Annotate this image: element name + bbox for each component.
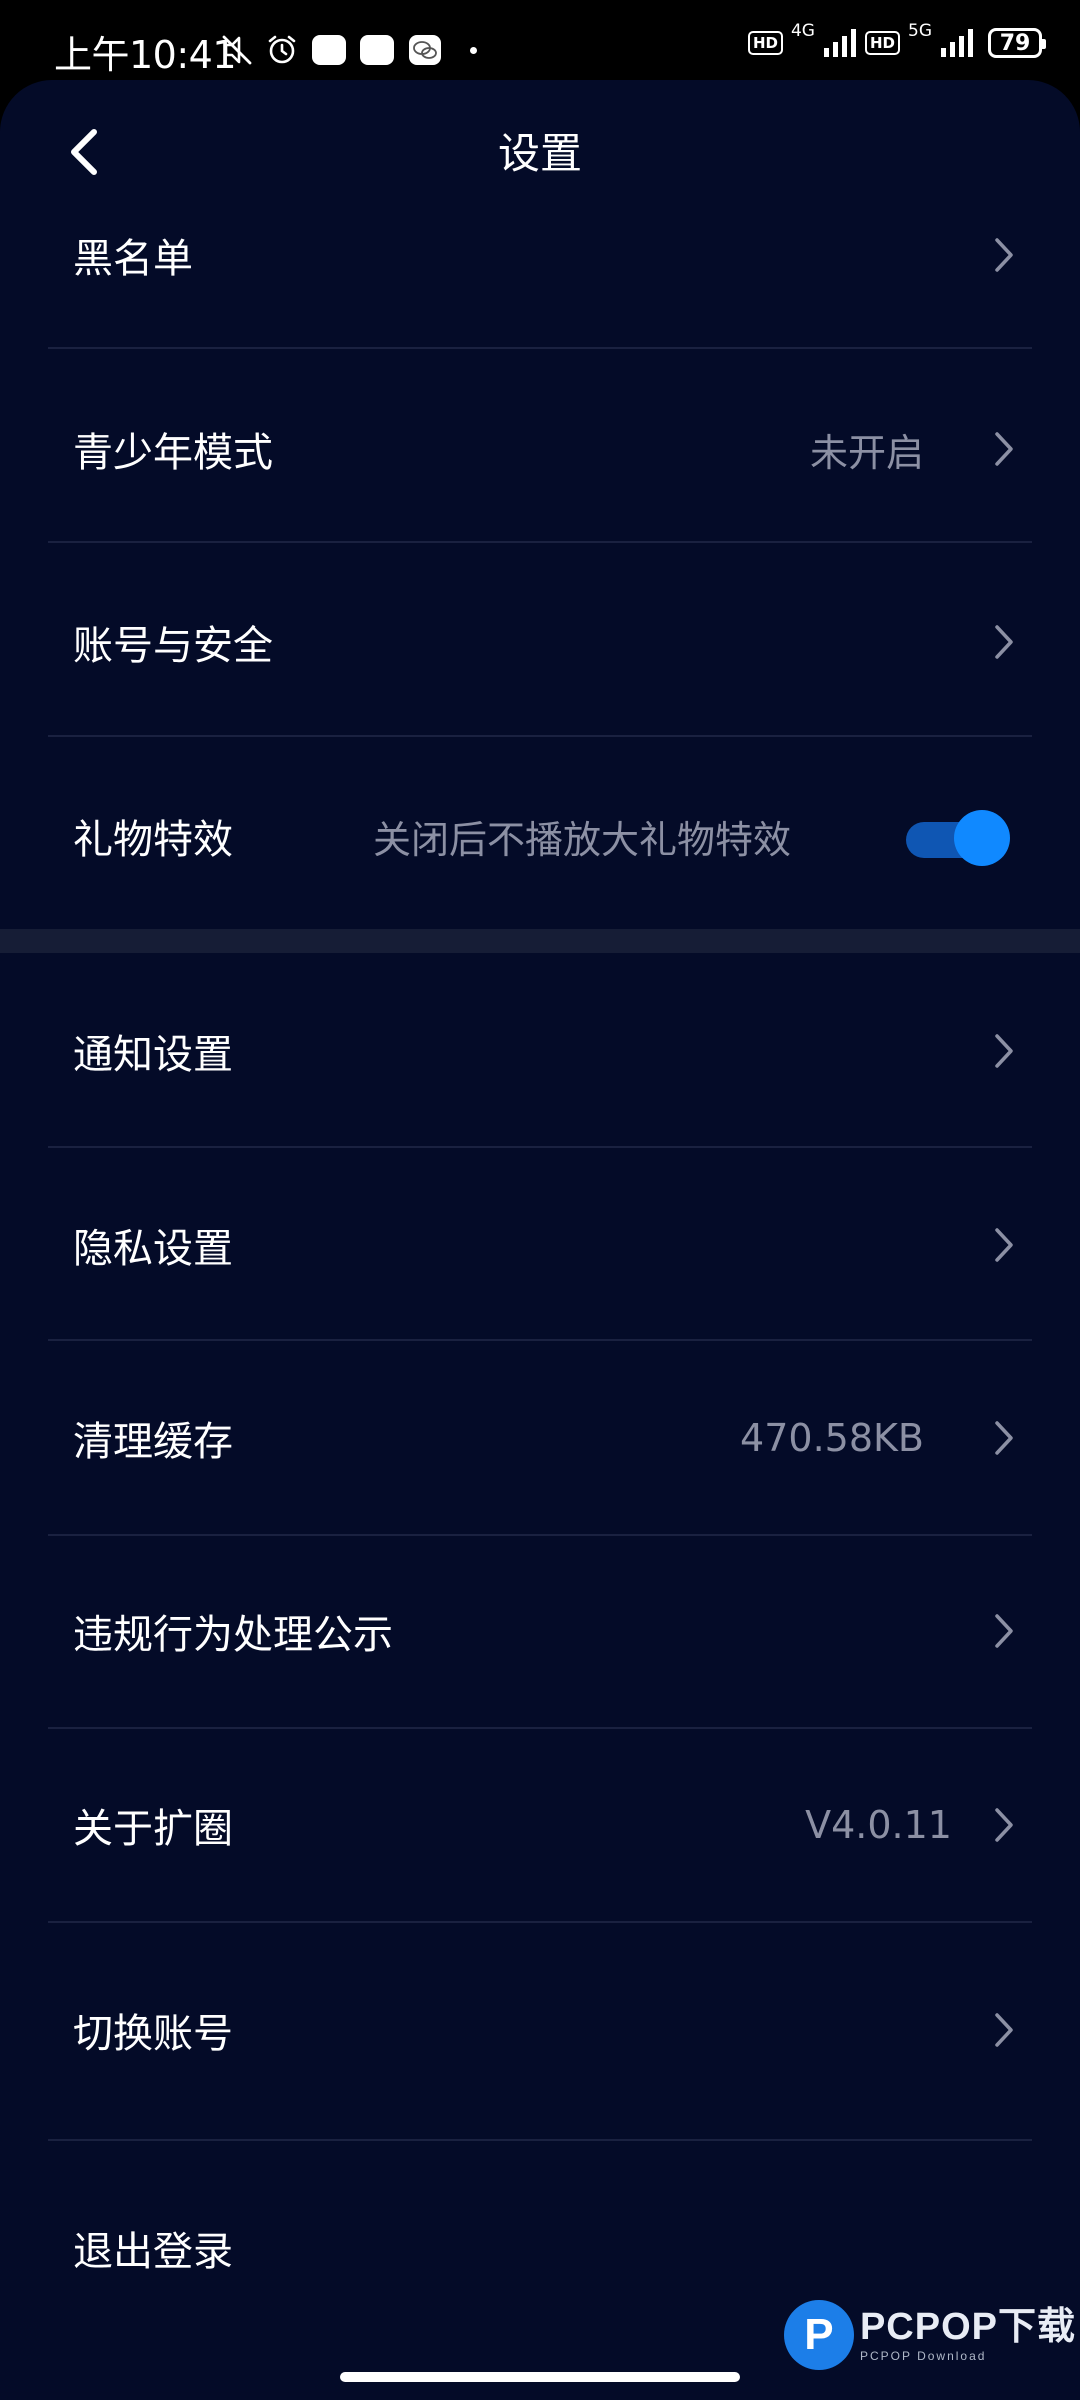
battery-icon: 79 [988,28,1046,58]
chevron-right-icon [992,235,1016,275]
chevron-right-icon [992,1418,1016,1458]
chevron-right-icon [992,1031,1016,1071]
watermark: P PCPOP下载 PCPOP Download [783,2300,1076,2370]
status-icons-left [222,30,477,70]
row-label: 黑名单 [73,236,193,282]
settings-sheet: 设置 黑名单 青少年模式 未开启 账号与安全 礼物特效 关闭后不播放大礼物特效 … [0,80,1080,2400]
screen: 上午10:41 HD 4G HD 5G 79 设置 黑名单 青少年模式 未开启 … [0,0,1080,2400]
status-time: 上午10:41 [54,33,237,77]
settings-row-clear-cache[interactable]: 清理缓存 470.58KB [48,1403,1032,1473]
settings-row-gift-effects: 礼物特效 关闭后不播放大礼物特效 [48,801,1032,871]
settings-row-switch-account[interactable]: 切换账号 [48,1995,1032,2065]
cache-size-value: 470.58KB [740,1416,924,1460]
wechat-icon [408,34,442,66]
signal-icon [940,28,974,58]
hd-badge: HD [747,31,783,55]
chevron-right-icon [992,429,1016,469]
hd-badge: HD [864,31,900,55]
row-label: 清理缓存 [73,1419,233,1465]
status-bar: 上午10:41 HD 4G HD 5G 79 [0,0,1080,80]
row-label: 关于扩圈 [73,1806,233,1852]
settings-row-blacklist[interactable]: 黑名单 [48,220,1032,290]
gift-effects-description: 关闭后不播放大礼物特效 [373,817,792,862]
gift-effects-toggle[interactable] [906,808,1010,866]
chevron-right-icon [992,622,1016,662]
toggle-thumb [954,810,1010,866]
logout-button[interactable]: 退出登录 [48,2213,1032,2283]
settings-row-youth-mode[interactable]: 青少年模式 未开启 [48,414,1032,484]
row-label: 切换账号 [73,2011,233,2057]
divider [48,1339,1032,1341]
home-indicator[interactable] [340,2372,740,2382]
chevron-right-icon [992,2010,1016,2050]
watermark-sub: PCPOP Download [859,2349,987,2363]
row-label: 礼物特效 [73,817,233,863]
status-icons-right: HD 4G HD 5G 79 [747,21,1046,58]
divider [48,1146,1032,1148]
app-notification-icon [312,35,346,65]
alarm-icon [266,34,298,66]
divider [48,1921,1032,1923]
network-type-label: 5G [908,21,932,41]
row-label: 违规行为处理公示 [73,1612,393,1658]
page-title: 设置 [497,129,582,178]
mute-icon [222,33,252,67]
chevron-right-icon [992,1225,1016,1265]
signal-icon [823,28,857,58]
row-label: 青少年模式 [73,430,273,476]
divider [48,2139,1032,2141]
watermark-main: PCPOP下载 [859,2306,1076,2348]
divider [48,541,1032,543]
header: 设置 [0,80,1080,210]
settings-row-account-security[interactable]: 账号与安全 [48,607,1032,677]
settings-row-privacy[interactable]: 隐私设置 [48,1210,1032,1280]
section-separator [0,929,1080,953]
divider [48,347,1032,349]
settings-row-about[interactable]: 关于扩圈 V4.0.11 [48,1790,1032,1860]
divider [48,735,1032,737]
settings-row-violation-notice[interactable]: 违规行为处理公示 [48,1596,1032,1666]
more-notifications-dot [470,46,477,54]
chevron-right-icon [992,1805,1016,1845]
settings-row-notifications[interactable]: 通知设置 [48,1016,1032,1086]
row-label: 账号与安全 [73,623,273,669]
row-label: 隐私设置 [73,1226,233,1272]
chevron-right-icon [992,1611,1016,1651]
youth-mode-status: 未开启 [809,430,924,475]
app-notification-icon [360,35,394,65]
pcpop-logo-icon: P [783,2300,854,2370]
divider [48,1534,1032,1536]
row-label: 退出登录 [73,2229,233,2275]
divider [48,1727,1032,1729]
app-version-value: V4.0.11 [805,1803,952,1847]
network-type-label: 4G [790,21,815,41]
row-label: 通知设置 [73,1032,233,1078]
watermark-text: PCPOP下载 PCPOP Download [860,2308,1076,2362]
